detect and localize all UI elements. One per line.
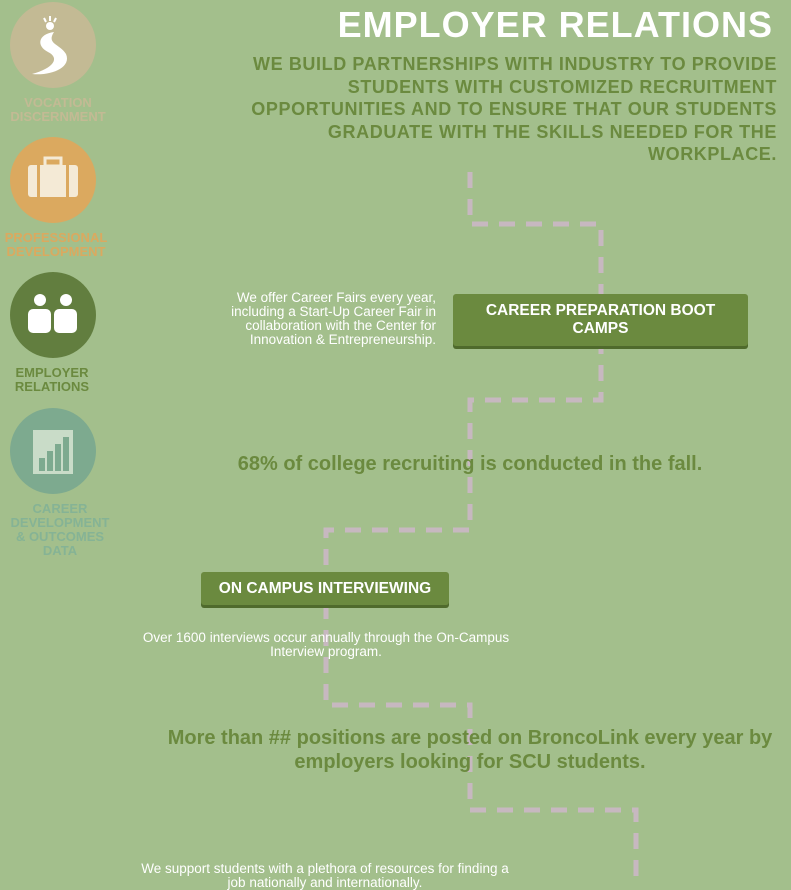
briefcase-icon	[10, 137, 96, 223]
sidebar-item-label: PROFESSIONAL DEVELOPMENT	[4, 230, 108, 259]
sidebar-item-label: VOCATION DISCERNMENT	[10, 95, 106, 124]
people-icon	[10, 272, 96, 358]
bar-chart-icon	[10, 408, 96, 494]
road-lightbulb-icon	[10, 2, 96, 88]
sidebar-item-professional-development[interactable]: PROFESSIONAL DEVELOPMENT	[0, 137, 120, 259]
intro-text: WE BUILD PARTNERSHIPS WITH INDUSTRY TO P…	[251, 54, 777, 164]
sidebar-item-label: EMPLOYER RELATIONS	[14, 365, 90, 394]
on-campus-interviewing-button[interactable]: ON CAMPUS INTERVIEWING	[201, 572, 449, 605]
sidebar-item-employer-relations[interactable]: EMPLOYER RELATIONS	[0, 272, 120, 394]
page-title: EMPLOYER RELATIONS	[337, 4, 773, 45]
sidebar-item-label: CAREER DEVELOPMENT & OUTCOMES DATA	[10, 501, 110, 558]
fall-recruiting-stat: 68% of college recruiting is conducted i…	[237, 453, 703, 475]
career-fairs-text: We offer Career Fairs every year, includ…	[231, 290, 436, 347]
interviews-text: Over 1600 interviews occur annually thro…	[142, 630, 510, 659]
sidebar-item-career-outcomes-data[interactable]: CAREER DEVELOPMENT & OUTCOMES DATA	[0, 408, 120, 558]
career-preparation-boot-camps-button[interactable]: CAREER PREPARATION BOOT CAMPS	[453, 294, 748, 346]
broncolink-positions-stat: More than ## positions are posted on Bro…	[167, 727, 773, 773]
sidebar-item-vocation-discernment[interactable]: VOCATION DISCERNMENT	[0, 2, 120, 124]
